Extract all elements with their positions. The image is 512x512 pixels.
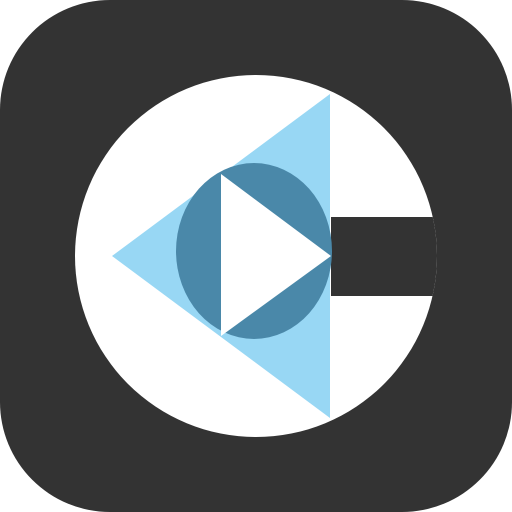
app-icon [0, 0, 512, 512]
logo-svg [0, 0, 512, 512]
c-notch [331, 217, 437, 296]
